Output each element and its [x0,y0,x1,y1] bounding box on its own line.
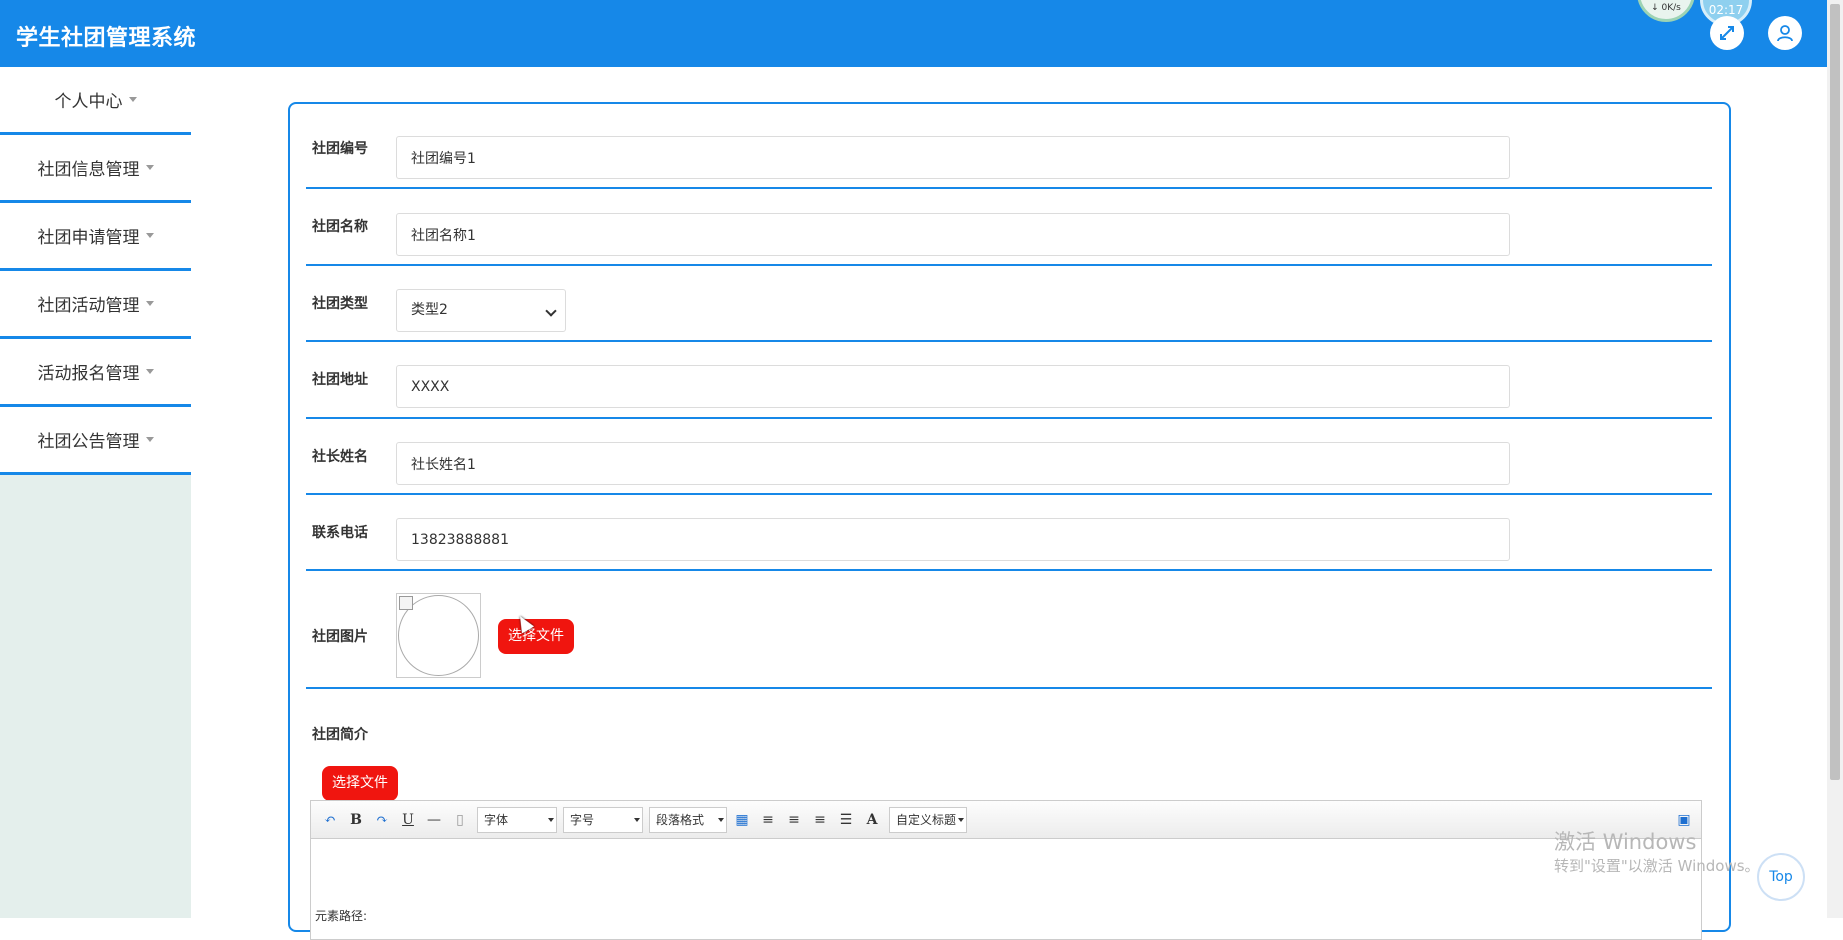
phone-label: 联系电话 [312,525,368,541]
broken-image-icon [399,596,413,610]
sidebar-item-label: 社团活动管理 [37,296,140,316]
form-row-club-image: 社团图片 选择文件 [306,571,1712,689]
dropdown-arrow-icon [718,817,724,822]
sidebar-item-club-activity[interactable]: 社团活动管理 [0,271,191,339]
club-image-preview [396,593,481,678]
form-row-club-type: 社团类型 类型2 [306,266,1712,342]
align-justify-icon[interactable]: ☰ [835,809,857,831]
caret-down-icon [145,233,154,238]
sidebar-item-activity-signup[interactable]: 活动报名管理 [0,339,191,407]
page-break-icon[interactable]: ▯ [449,809,471,831]
caret-down-icon [145,369,154,374]
windows-activation-watermark: 激活 Windows [1554,830,1697,854]
horizontal-rule-icon[interactable]: — [423,809,445,831]
leader-name-input[interactable] [396,442,1510,485]
club-type-value: 类型2 [411,302,448,318]
club-name-input[interactable] [396,213,1510,256]
back-to-top-button[interactable]: Top [1757,853,1805,901]
align-left-icon[interactable]: ≡ [757,809,779,831]
sidebar: 个人中心 社团信息管理 社团申请管理 社团活动管理 活动报名管理 社团公告管理 [0,67,191,918]
bold-icon[interactable]: B [345,809,367,831]
caret-down-icon [128,97,137,102]
font-family-select[interactable]: 字体 [477,806,557,833]
expand-icon [1720,26,1734,40]
editor-toolbar: ↶ B ↷ U — ▯ 字体 字号 段落格式 ▦ ≡ ≡ ≡ ☰ A 自定义标题… [311,801,1701,839]
windows-activation-hint: 转到"设置"以激活 Windows。 [1554,857,1760,875]
net-speed-text: 0K/s [1661,3,1681,13]
dropdown-arrow-icon [548,817,554,822]
phone-input[interactable] [396,518,1510,561]
app-title: 学生社团管理系统 [16,26,197,51]
form-row-club-address: 社团地址 [306,342,1712,419]
sidebar-item-club-info[interactable]: 社团信息管理 [0,135,191,203]
sidebar-item-label: 个人中心 [54,92,123,112]
sidebar-item-label: 社团申请管理 [37,228,140,248]
undo-icon[interactable]: ↶ [319,809,341,831]
chevron-down-icon [545,305,557,317]
club-address-label: 社团地址 [312,372,368,388]
top-bar: 学生社团管理系统 ↓ 0K/s 02:17 [0,0,1827,67]
editor-content-area[interactable] [311,839,1701,905]
rich-text-editor: ↶ B ↷ U — ▯ 字体 字号 段落格式 ▦ ≡ ≡ ≡ ☰ A 自定义标题… [310,800,1702,940]
club-image-upload-button[interactable]: 选择文件 [498,619,574,654]
sidebar-item-label: 社团信息管理 [37,160,140,180]
font-size-value: 字号 [570,812,595,827]
table-icon[interactable]: ▦ [731,809,753,831]
underline-icon[interactable]: U [397,809,419,831]
align-center-icon[interactable]: ≡ [809,809,831,831]
club-address-input[interactable] [396,365,1510,408]
scrollbar-thumb[interactable] [1830,4,1840,780]
font-size-select[interactable]: 字号 [563,806,643,833]
sidebar-item-personal-center[interactable]: 个人中心 [0,67,191,135]
caret-down-icon [145,165,154,170]
dropdown-arrow-icon [634,817,640,822]
club-type-label: 社团类型 [312,296,368,312]
network-speed-widget: ↓ 0K/s [1637,0,1695,22]
font-family-value: 字体 [484,812,509,827]
custom-title-value: 自定义标题 [896,812,957,827]
font-color-icon[interactable]: A [861,809,883,831]
paragraph-format-select[interactable]: 段落格式 [649,806,727,833]
club-number-label: 社团编号 [312,141,368,157]
club-number-input[interactable] [396,136,1510,179]
redo-icon[interactable]: ↷ [371,809,393,831]
dropdown-arrow-icon [958,817,964,822]
form-row-club-name: 社团名称 [306,189,1712,266]
page-scrollbar[interactable] [1827,0,1843,918]
form-row-leader-name: 社长姓名 [306,419,1712,495]
fullscreen-button[interactable] [1710,16,1744,50]
align-right-icon[interactable]: ≡ [783,809,805,831]
club-intro-upload-button[interactable]: 选择文件 [322,766,398,801]
user-button[interactable] [1768,16,1802,50]
club-image-label: 社团图片 [312,629,368,645]
user-icon [1777,25,1793,42]
form-row-phone: 联系电话 [306,495,1712,571]
club-type-select[interactable]: 类型2 [396,289,566,332]
sidebar-item-club-notice[interactable]: 社团公告管理 [0,407,191,475]
sidebar-item-label: 活动报名管理 [37,364,140,384]
sidebar-item-label: 社团公告管理 [37,432,140,452]
club-intro-label: 社团简介 [312,727,368,743]
caret-down-icon [145,437,154,442]
club-name-label: 社团名称 [312,219,368,235]
caret-down-icon [145,301,154,306]
sidebar-item-club-application[interactable]: 社团申请管理 [0,203,191,271]
editor-element-path: 元素路径: [315,909,368,923]
leader-name-label: 社长姓名 [312,449,368,465]
form-row-club-number: 社团编号 [306,104,1712,189]
paragraph-format-value: 段落格式 [656,812,705,827]
clock-text: 02:17 [1708,3,1744,17]
custom-title-select[interactable]: 自定义标题 [889,806,967,833]
